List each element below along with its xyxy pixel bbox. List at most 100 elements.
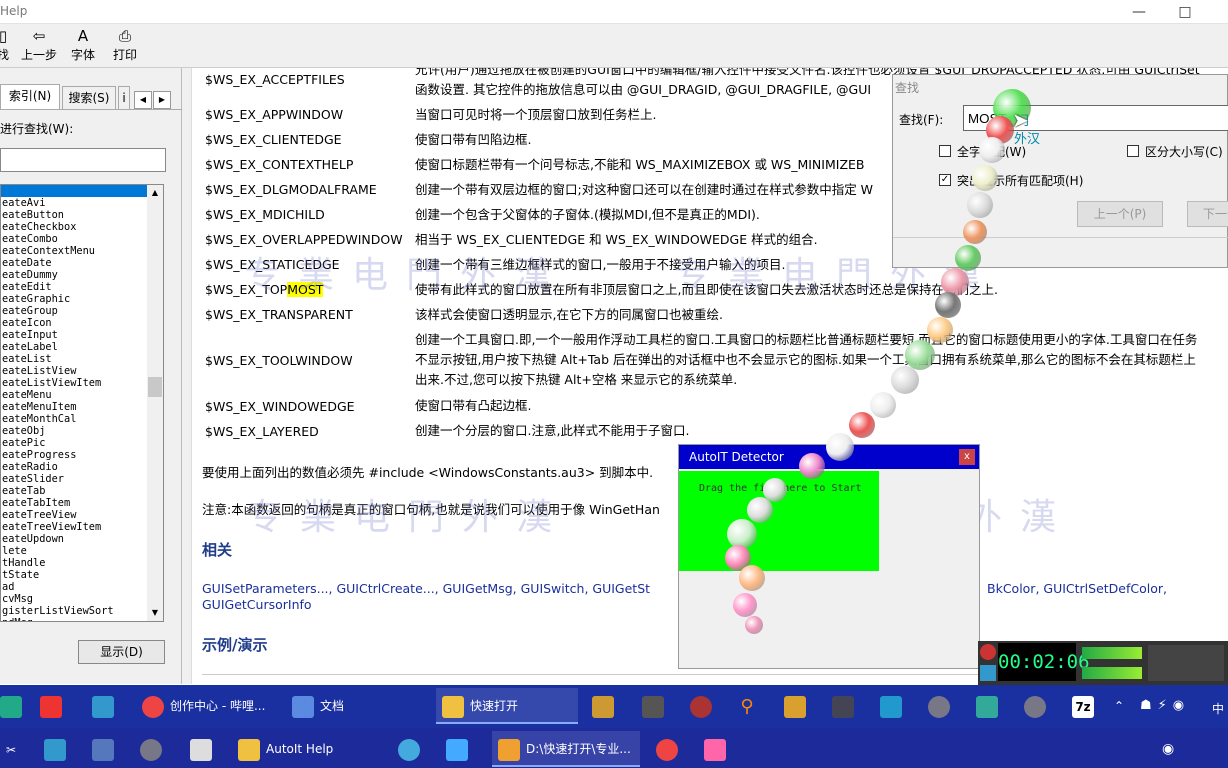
index-list-item[interactable]: eatePic <box>1 437 147 449</box>
tab-scroll-left-button[interactable]: ◀ <box>134 91 152 109</box>
index-list-item[interactable]: eateListView <box>1 365 147 377</box>
index-list-item[interactable]: cvMsg <box>1 593 147 605</box>
index-list-item[interactable]: eateMenuItem <box>1 401 147 413</box>
index-search-input[interactable] <box>0 148 166 172</box>
index-list-item[interactable]: eateCombo <box>1 233 147 245</box>
index-list-item[interactable]: gisterListViewSort <box>1 605 147 617</box>
taskbar-app-icon[interactable] <box>976 688 1006 724</box>
related-links-more[interactable]: BkColor, GUICtrlSetDefColor, <box>987 581 1167 596</box>
index-list-item[interactable]: ad <box>1 581 147 593</box>
related-links[interactable]: GUISetParameters..., GUICtrlCreate..., G… <box>202 581 650 596</box>
taskbar-item-chrome[interactable]: 创作中心 - 哔哩... <box>136 688 278 724</box>
index-list-item[interactable]: eateGroup <box>1 305 147 317</box>
record-tray-icon[interactable]: ◉ <box>1162 731 1186 767</box>
index-list-item[interactable]: eateTreeView <box>1 509 147 521</box>
scroll-down-icon[interactable]: ▼ <box>148 606 162 620</box>
index-list-item-selected[interactable] <box>1 185 147 197</box>
taskbar-app-icon[interactable] <box>784 688 814 724</box>
index-list-item[interactable]: eateEdit <box>1 281 147 293</box>
pane-splitter[interactable] <box>182 68 192 684</box>
taskbar-app-icon[interactable]: ✂ <box>0 731 20 767</box>
taskbar-item-autoit-help[interactable]: AutoIt Help <box>232 731 364 767</box>
index-list-item[interactable]: ndMsg <box>1 617 147 621</box>
recorder-controls[interactable] <box>1148 645 1224 681</box>
tab-scroll-right-button[interactable]: ▶ <box>153 91 171 109</box>
index-list-item[interactable]: eateGraphic <box>1 293 147 305</box>
index-list-item[interactable]: eateAvi <box>1 197 147 209</box>
taskbar-app-icon[interactable] <box>592 688 622 724</box>
index-list-item[interactable]: eateListViewItem <box>1 377 147 389</box>
locate-button[interactable]: ▯ 找 <box>0 26 12 66</box>
scroll-up-icon[interactable]: ▲ <box>148 186 162 200</box>
highlight-all-checkbox[interactable]: ✓ <box>939 174 951 186</box>
index-list-item[interactable]: eateUpdown <box>1 533 147 545</box>
close-icon[interactable]: x <box>959 449 975 465</box>
pause-icon[interactable] <box>980 665 996 681</box>
index-list-item[interactable]: eateMenu <box>1 389 147 401</box>
index-list-item[interactable]: eateSlider <box>1 473 147 485</box>
index-list-item[interactable]: eateRadio <box>1 461 147 473</box>
taskbar-app-icon[interactable] <box>190 731 220 767</box>
tab-search[interactable]: 搜索(S) <box>62 86 116 110</box>
tray-overflow-icon[interactable]: ⌃ <box>1114 688 1134 724</box>
find-previous-button[interactable]: 上一个(P) <box>1077 201 1163 227</box>
tab-index[interactable]: 索引(N) <box>0 84 60 110</box>
index-list-item[interactable]: eateList <box>1 353 147 365</box>
match-case-checkbox[interactable] <box>1127 145 1139 157</box>
taskbar-app-icon[interactable] <box>0 688 22 724</box>
taskbar-app-icon[interactable] <box>40 688 70 724</box>
taskbar-app-icon[interactable]: ⚲ <box>736 688 766 724</box>
whole-word-checkbox[interactable] <box>939 145 951 157</box>
taskbar-app-icon[interactable] <box>832 688 862 724</box>
maximize-button[interactable]: □ <box>1162 0 1208 24</box>
font-button[interactable]: A 字体 <box>66 26 100 66</box>
taskbar-app-icon[interactable] <box>704 731 734 767</box>
tray-icons[interactable]: ☗⚡◉ <box>1140 688 1220 724</box>
taskbar-app-icon[interactable] <box>92 688 122 724</box>
index-list-item[interactable]: eateDummy <box>1 269 147 281</box>
index-list-item[interactable]: tState <box>1 569 147 581</box>
taskbar-app-icon[interactable] <box>1024 688 1054 724</box>
index-list-item[interactable]: eateIcon <box>1 317 147 329</box>
index-list[interactable]: eateAvi eateButton eateCheckbox eateCombo ea… <box>0 184 148 622</box>
index-list-item[interactable]: eateMonthCal <box>1 413 147 425</box>
taskbar-item-document[interactable]: 文档 <box>286 688 428 724</box>
index-list-item[interactable]: eateDate <box>1 257 147 269</box>
find-input[interactable] <box>963 105 1228 131</box>
print-button[interactable]: ⎙ 打印 <box>108 26 142 66</box>
back-button[interactable]: ⇦ 上一步 <box>18 26 60 66</box>
index-list-item[interactable]: eateTabItem <box>1 497 147 509</box>
taskbar-app-icon[interactable] <box>642 688 672 724</box>
tab-more[interactable]: i <box>118 86 130 110</box>
display-button[interactable]: 显示(D) <box>78 640 165 664</box>
taskbar-item-explorer[interactable]: D:\快速打开\专业... <box>492 731 640 767</box>
taskbar-app-icon[interactable] <box>880 688 910 724</box>
index-list-item[interactable]: eateTreeViewItem <box>1 521 147 533</box>
taskbar-app-icon[interactable] <box>92 731 122 767</box>
scroll-thumb[interactable] <box>148 377 162 397</box>
taskbar-7zip[interactable]: 7z <box>1072 688 1102 724</box>
record-icon[interactable] <box>980 644 996 660</box>
index-list-item[interactable]: eateLabel <box>1 341 147 353</box>
index-list-scrollbar[interactable]: ▲ ▼ <box>147 184 164 622</box>
index-list-item[interactable]: lete <box>1 545 147 557</box>
index-list-item[interactable]: eateObj <box>1 425 147 437</box>
find-next-button[interactable]: 下一个(N) <box>1187 201 1228 227</box>
taskbar-app-icon[interactable] <box>44 731 74 767</box>
index-list-item[interactable]: tHandle <box>1 557 147 569</box>
index-list-item[interactable]: eateContextMenu <box>1 245 147 257</box>
taskbar-app-icon[interactable] <box>690 688 720 724</box>
taskbar-app-icon[interactable] <box>446 731 476 767</box>
minimize-button[interactable]: — <box>1116 0 1162 24</box>
taskbar-app-icon[interactable] <box>140 731 170 767</box>
taskbar-item-quick-open[interactable]: 快速打开 <box>436 688 578 724</box>
drop-zone[interactable]: Drag the file here to Start <box>679 471 879 571</box>
taskbar-app-icon[interactable] <box>398 731 428 767</box>
index-list-item[interactable]: eateInput <box>1 329 147 341</box>
index-list-item[interactable]: eateCheckbox <box>1 221 147 233</box>
taskbar-app-icon[interactable] <box>928 688 958 724</box>
related-link-cursorinfo[interactable]: GUIGetCursorInfo <box>202 597 312 612</box>
index-list-item[interactable]: eateButton <box>1 209 147 221</box>
index-list-item[interactable]: eateTab <box>1 485 147 497</box>
index-list-item[interactable]: eateProgress <box>1 449 147 461</box>
